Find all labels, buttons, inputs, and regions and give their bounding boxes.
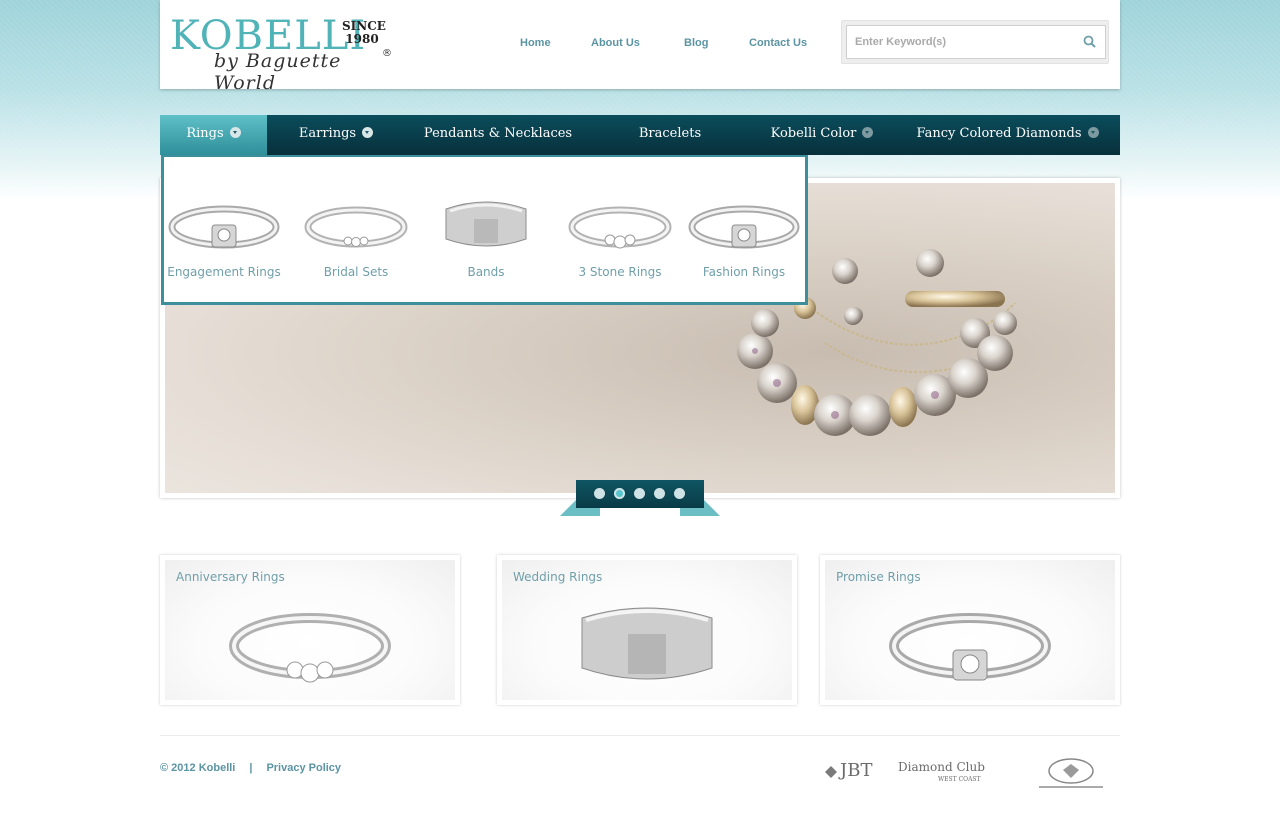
- dropdown-item-label: Bridal Sets: [323, 265, 389, 279]
- logo-byline: by Baguette World: [214, 50, 342, 94]
- dropdown-item-3-stone-rings[interactable]: 3 Stone Rings: [560, 195, 680, 279]
- tile-title: Anniversary Rings: [176, 570, 285, 584]
- nav-item-kobelli-color[interactable]: Kobelli Color: [749, 115, 895, 155]
- pagination-band: [576, 480, 704, 508]
- diamond-club-sublabel: WEST COAST: [938, 776, 981, 783]
- nav-item-label: Pendants & Necklaces: [423, 126, 573, 141]
- tile-title: Wedding Rings: [513, 570, 603, 584]
- slider-dot-5[interactable]: [674, 488, 685, 499]
- footer-separator: |: [249, 762, 253, 774]
- search-icon[interactable]: [1082, 34, 1098, 50]
- wedding-band-image: [581, 607, 713, 680]
- nav-item-earrings[interactable]: Earrings: [267, 115, 405, 155]
- search-box: [841, 20, 1109, 64]
- nav-about-link[interactable]: About Us: [591, 37, 640, 49]
- band-ring-icon: [445, 201, 527, 247]
- footer-divider: [160, 735, 1120, 736]
- nav-item-pendants-necklaces[interactable]: Pendants & Necklaces: [405, 115, 591, 155]
- slider-dot-1[interactable]: [594, 488, 605, 499]
- dropdown-item-label: Engagement Rings: [167, 265, 281, 279]
- nav-item-bracelets[interactable]: Bracelets: [591, 115, 749, 155]
- slider-dot-2[interactable]: [614, 488, 625, 499]
- nav-item-label: Bracelets: [638, 126, 702, 141]
- logo-registered-mark: ®: [382, 48, 392, 59]
- promise-ring-image: [889, 613, 1051, 681]
- site-header: KOBELLI SINCE 1980 by Baguette World ® H…: [160, 0, 1120, 94]
- nav-item-label: Kobelli Color: [770, 126, 857, 141]
- main-navigation: Rings Earrings Pendants & Necklaces Brac…: [160, 115, 1120, 155]
- seal-icon: [1039, 758, 1103, 788]
- dropdown-item-engagement-rings[interactable]: Engagement Rings: [164, 195, 284, 279]
- diamond-council-seal-logo[interactable]: [1037, 756, 1105, 790]
- slider-dot-3[interactable]: [634, 488, 645, 499]
- nav-item-label: Rings: [186, 126, 224, 141]
- dropdown-item-fashion-rings[interactable]: Fashion Rings: [684, 195, 804, 279]
- tile-title: Promise Rings: [836, 570, 921, 584]
- tile-inner: Wedding Rings: [502, 560, 792, 700]
- nav-contact-link[interactable]: Contact Us: [749, 37, 807, 49]
- engagement-ring-icon: [168, 205, 280, 249]
- nav-item-fancy-colored-diamonds[interactable]: Fancy Colored Diamonds: [895, 115, 1120, 155]
- chevron-down-icon: [1087, 127, 1099, 138]
- tile-inner: Anniversary Rings: [165, 560, 455, 700]
- logo-since-year: 1980: [345, 32, 379, 46]
- nav-item-label: Earrings: [298, 126, 357, 141]
- featured-anniversary-rings[interactable]: Anniversary Rings: [160, 555, 460, 705]
- diamond-club-logo[interactable]: Diamond Club WEST COAST: [898, 756, 998, 790]
- tile-inner: Promise Rings: [825, 560, 1115, 700]
- featured-promise-rings[interactable]: Promise Rings: [820, 555, 1120, 705]
- nav-home-link[interactable]: Home: [520, 37, 551, 49]
- dropdown-item-bands[interactable]: Bands: [426, 195, 546, 279]
- kobelli-logo[interactable]: KOBELLI SINCE 1980 by Baguette World ®: [170, 14, 400, 94]
- anniversary-ring-image: [229, 613, 391, 683]
- privacy-policy-link[interactable]: Privacy Policy: [266, 762, 341, 774]
- chevron-down-icon: [362, 127, 374, 138]
- chevron-down-icon: [862, 127, 874, 138]
- slider-pagination: [560, 480, 720, 516]
- logo-since: SINCE 1980: [342, 20, 386, 46]
- footer-links: © 2012 Kobelli | Privacy Policy: [160, 762, 341, 774]
- chevron-down-icon: [229, 127, 241, 138]
- nav-item-rings[interactable]: Rings: [160, 115, 267, 155]
- dropdown-item-label: Bands: [467, 265, 505, 279]
- rings-dropdown-menu: Engagement Rings Bridal Sets Bands 3 Sto…: [161, 155, 808, 305]
- slider-dot-4[interactable]: [654, 488, 665, 499]
- dropdown-item-label: Fashion Rings: [702, 265, 786, 279]
- search-input[interactable]: [846, 25, 1106, 59]
- three-stone-ring-icon: [568, 206, 672, 249]
- dropdown-item-bridal-sets[interactable]: Bridal Sets: [296, 195, 416, 279]
- copyright-text: © 2012 Kobelli: [160, 762, 236, 774]
- nav-item-label: Fancy Colored Diamonds: [916, 126, 1082, 141]
- jbt-label: JBT: [840, 760, 873, 781]
- fashion-ring-icon: [688, 205, 800, 249]
- diamond-club-label: Diamond Club: [898, 760, 985, 774]
- dropdown-item-label: 3 Stone Rings: [578, 265, 662, 279]
- bridal-set-icon: [304, 206, 408, 248]
- nav-blog-link[interactable]: Blog: [684, 37, 708, 49]
- diamond-icon: [825, 766, 837, 778]
- featured-wedding-rings[interactable]: Wedding Rings: [497, 555, 797, 705]
